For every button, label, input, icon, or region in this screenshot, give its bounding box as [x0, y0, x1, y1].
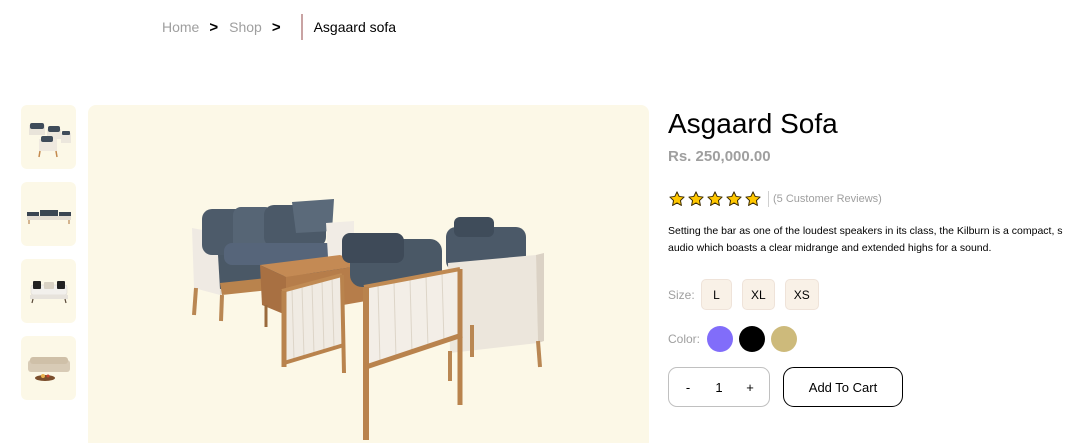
star-icon: [688, 191, 704, 206]
thumbnail-3[interactable]: [21, 259, 76, 323]
product-title: Asgaard Sofa: [668, 108, 838, 139]
sofa-set-front-thumbnail-image: [26, 210, 71, 224]
beige-sofa-thumbnail-image: [27, 357, 70, 381]
rating-divider: [768, 191, 769, 207]
product-description: Setting the bar as one of the loudest sp…: [668, 223, 1080, 257]
breadcrumb-shop-link[interactable]: Shop: [229, 19, 262, 35]
breadcrumb-separator: >: [271, 18, 281, 36]
rating-stars: [668, 190, 762, 208]
color-swatch-black[interactable]: [739, 326, 765, 352]
color-swatch-purple[interactable]: [707, 326, 733, 352]
thumbnail-2[interactable]: [21, 182, 76, 246]
quantity-stepper: - 1 +: [668, 367, 770, 407]
star-icon: [745, 191, 761, 206]
breadcrumb-home-link[interactable]: Home: [162, 19, 199, 35]
add-to-cart-button[interactable]: Add To Cart: [783, 367, 903, 407]
description-line-2: audio which boasts a clear midrange and …: [668, 242, 992, 254]
color-label: Color:: [668, 332, 701, 346]
size-option-xs[interactable]: XS: [784, 279, 819, 310]
customer-reviews-link[interactable]: (5 Customer Reviews): [773, 193, 882, 205]
product-price: Rs. 250,000.00: [668, 148, 771, 165]
sofa-set-thumbnail-image: [28, 123, 71, 158]
breadcrumb-current: Asgaard sofa: [313, 19, 397, 35]
breadcrumb: Home > Shop > Asgaard sofa: [162, 14, 396, 40]
product-info: Asgaard Sofa Rs. 250,000.00 (5 Customer …: [668, 108, 1080, 407]
main-product-image: [88, 105, 649, 443]
star-icon: [726, 191, 742, 206]
size-label: Size:: [668, 287, 695, 302]
rating-row: (5 Customer Reviews): [668, 189, 1080, 209]
size-option-xl[interactable]: XL: [742, 279, 775, 310]
quantity-value[interactable]: 1: [715, 380, 722, 395]
white-sofa-thumbnail-image: [29, 281, 68, 304]
color-swatch-gold[interactable]: [771, 326, 797, 352]
star-icon: [669, 191, 685, 206]
cart-row: - 1 + Add To Cart: [668, 367, 1080, 407]
thumbnail-4[interactable]: [21, 336, 76, 400]
star-icon: [707, 191, 723, 206]
thumbnail-1[interactable]: [21, 105, 76, 169]
quantity-increase-button[interactable]: +: [743, 380, 757, 395]
color-selector: Color:: [668, 326, 1080, 352]
sofa-set-image: [192, 199, 544, 440]
quantity-decrease-button[interactable]: -: [681, 380, 695, 395]
size-selector: Size: L XL XS: [668, 279, 1080, 310]
thumbnail-list: [21, 105, 76, 400]
breadcrumb-separator: >: [209, 18, 219, 36]
breadcrumb-divider: [300, 14, 303, 40]
description-line-1: Setting the bar as one of the loudest sp…: [668, 225, 1063, 237]
size-option-l[interactable]: L: [701, 279, 732, 310]
